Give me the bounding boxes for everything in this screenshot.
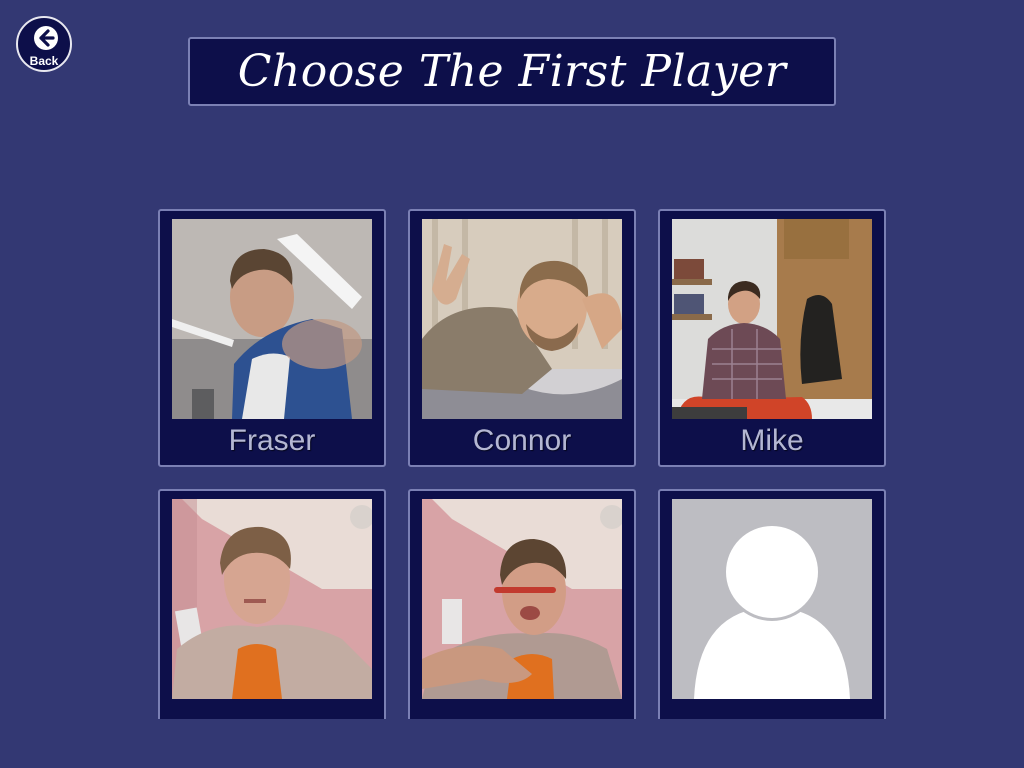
player-photo	[172, 219, 372, 419]
player-card-fraser[interactable]: Fraser	[158, 209, 386, 467]
default-avatar-icon	[672, 499, 872, 699]
player-photo	[672, 219, 872, 419]
player-name: Mike	[740, 424, 804, 457]
player-name: Connor	[472, 424, 572, 457]
arrow-left-icon	[34, 26, 58, 50]
player-photo	[422, 219, 622, 419]
page-title: Choose The First Player	[237, 46, 787, 97]
player-photo	[422, 499, 622, 699]
player-name: Fraser	[228, 424, 316, 457]
back-button-label: Back	[29, 54, 59, 68]
player-card-mike[interactable]: Mike	[658, 209, 886, 467]
player-card-6[interactable]	[658, 489, 886, 719]
player-card-5[interactable]	[408, 489, 636, 719]
back-button[interactable]: Back	[16, 16, 72, 72]
player-select-screen: Back Choose The First Player Fraser Conn…	[0, 0, 1024, 768]
player-card-connor[interactable]: Connor	[408, 209, 636, 467]
title-banner: Choose The First Player	[188, 37, 836, 106]
player-photo	[172, 499, 372, 699]
player-photo	[672, 499, 872, 699]
player-card-4[interactable]	[158, 489, 386, 719]
